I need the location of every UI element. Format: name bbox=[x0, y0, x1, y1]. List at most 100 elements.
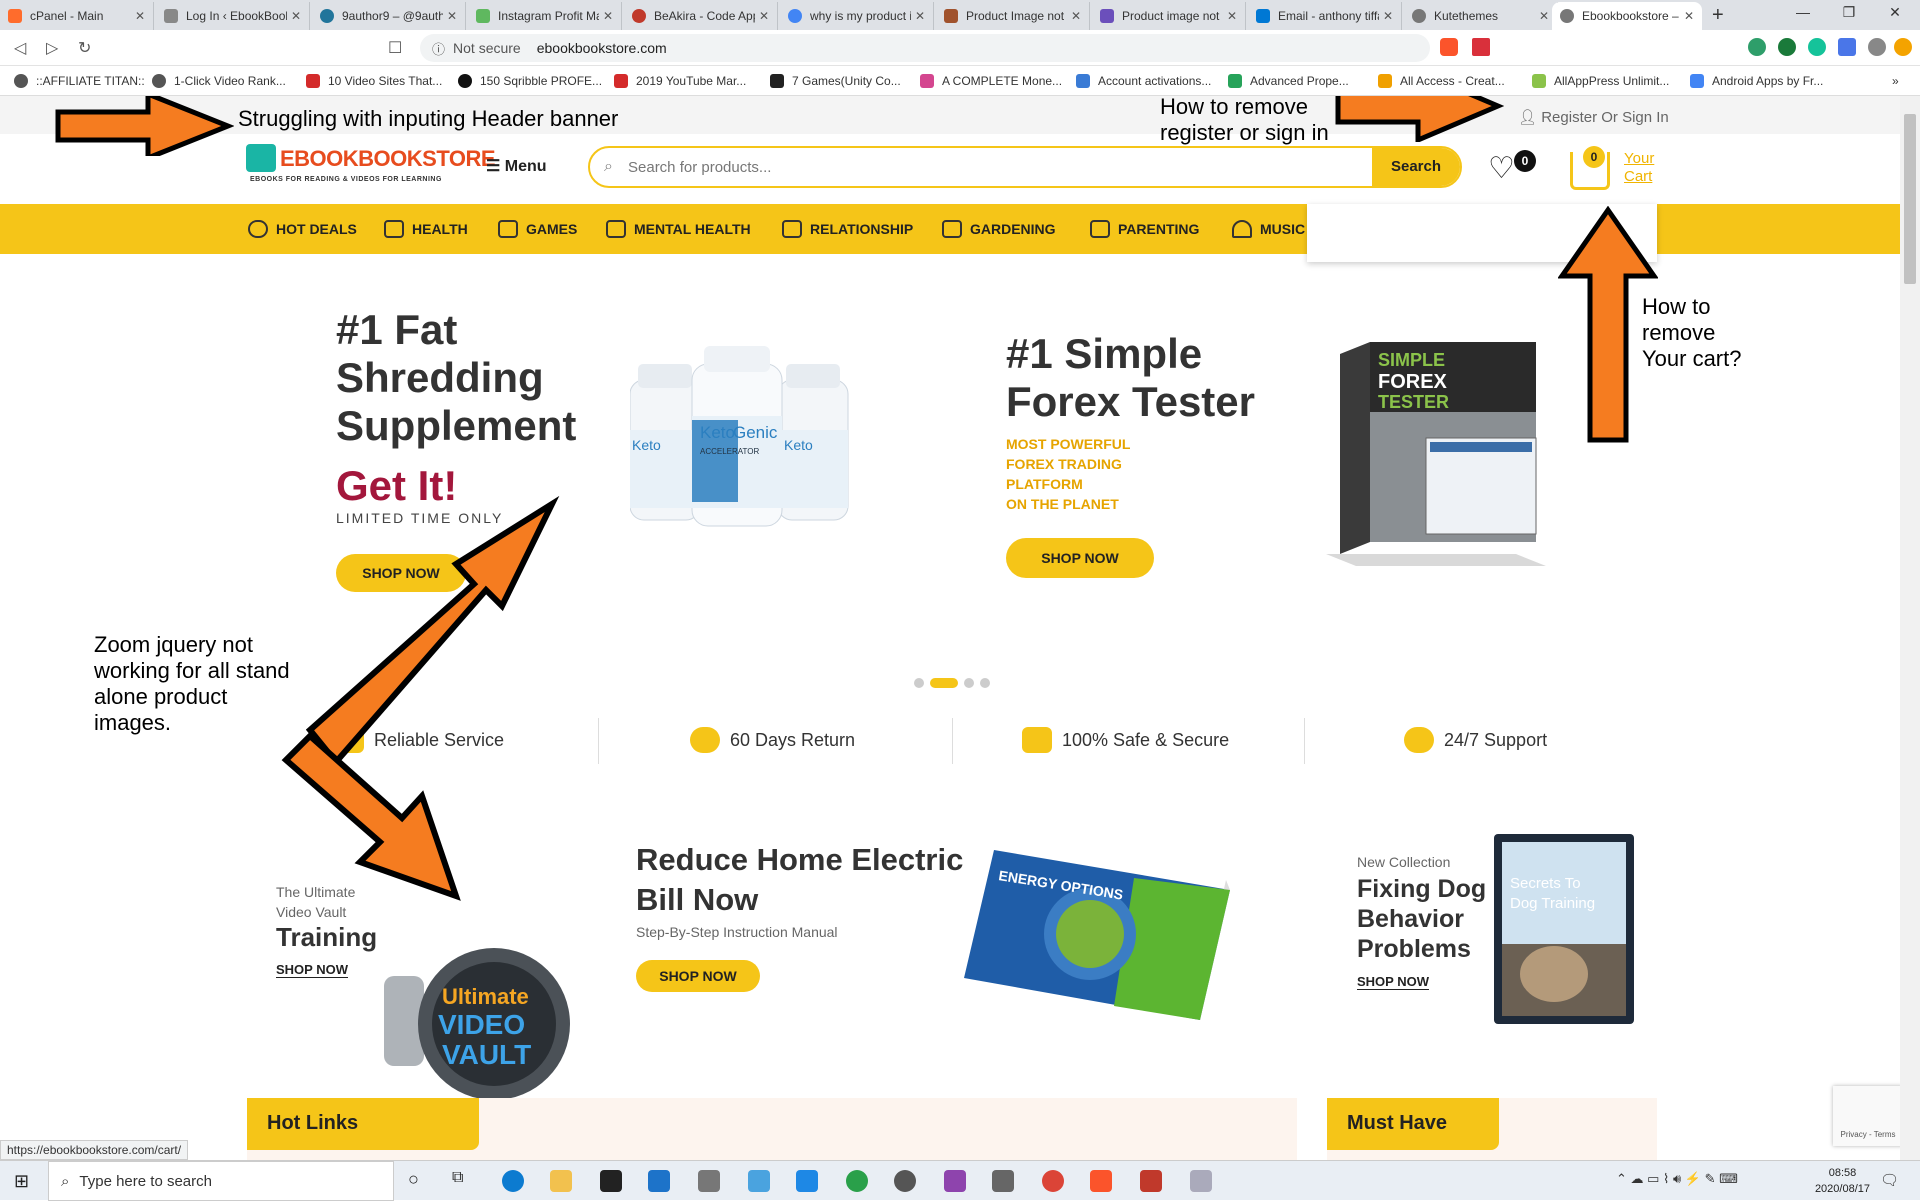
tab-product-image-showing[interactable]: Product image not showing✕ bbox=[1092, 2, 1246, 30]
tab-ebookbookstore[interactable]: Ebookbookstore – Just✕ bbox=[1552, 2, 1702, 30]
tab-product-image-zoom[interactable]: Product Image not zoom✕ bbox=[936, 2, 1090, 30]
bookmark-item[interactable]: 150 Sqribble PROFE... bbox=[458, 74, 602, 88]
bookmark-icon[interactable]: ☐ bbox=[388, 38, 402, 58]
system-tray-icons[interactable]: ⌃ ☁ ▭ ⌇ 🔊︎ ⚡ ✎ ⌨ bbox=[1616, 1171, 1738, 1187]
reload-icon[interactable]: ↻ bbox=[78, 38, 91, 58]
calendar-icon[interactable] bbox=[796, 1170, 818, 1192]
slider-dot[interactable] bbox=[980, 678, 990, 688]
forward-icon[interactable]: ▷ bbox=[46, 38, 58, 58]
brave-icon[interactable] bbox=[1090, 1170, 1112, 1192]
back-icon[interactable]: ◁ bbox=[14, 38, 26, 58]
app-icon[interactable] bbox=[1190, 1170, 1212, 1192]
bookmark-item[interactable]: 7 Games(Unity Co... bbox=[770, 74, 901, 88]
close-icon[interactable]: ✕ bbox=[603, 9, 613, 23]
bookmark-item[interactable]: Android Apps by Fr... bbox=[1690, 74, 1823, 88]
bookmark-item[interactable]: AllAppPress Unlimit... bbox=[1532, 74, 1669, 88]
category-hot-deals[interactable]: HOT DEALS bbox=[248, 220, 357, 238]
category-games[interactable]: GAMES bbox=[498, 220, 577, 238]
cart-icon[interactable]: 0 bbox=[1570, 146, 1610, 190]
taskbar-search-input[interactable]: ⌕ Type here to search bbox=[48, 1161, 394, 1201]
banner-3-shop-now-link[interactable]: SHOP NOW bbox=[1357, 974, 1429, 989]
windows-start-icon[interactable]: ⊞ bbox=[14, 1171, 29, 1192]
calculator-icon[interactable] bbox=[698, 1170, 720, 1192]
tab-google-search[interactable]: why is my product image✕ bbox=[780, 2, 934, 30]
slider-dot[interactable] bbox=[914, 678, 924, 688]
close-icon[interactable]: ✕ bbox=[291, 9, 301, 23]
close-icon[interactable]: ✕ bbox=[447, 9, 457, 23]
store-icon[interactable] bbox=[600, 1170, 622, 1192]
bookmark-item[interactable]: ::AFFILIATE TITAN:: bbox=[14, 74, 145, 88]
category-mental-health[interactable]: MENTAL HEALTH bbox=[606, 220, 751, 238]
your-cart-link[interactable]: Your Cart bbox=[1624, 150, 1654, 186]
file-explorer-icon[interactable] bbox=[550, 1170, 572, 1192]
translate-icon[interactable] bbox=[1838, 38, 1856, 56]
notification-icon[interactable]: 🗨︎ bbox=[1880, 1171, 1899, 1189]
photos-icon[interactable] bbox=[992, 1170, 1014, 1192]
brave-rewards-icon[interactable] bbox=[1472, 38, 1490, 56]
site-logo[interactable]: EBOOKBOOKSTORE EBOOKS FOR READING & VIDE… bbox=[246, 144, 496, 192]
recaptcha-badge[interactable]: Privacy - Terms bbox=[1833, 1086, 1903, 1146]
wishlist-button[interactable]: ♡ 0 bbox=[1488, 150, 1536, 184]
tab-login[interactable]: Log In ‹ EbookBookstore✕ bbox=[156, 2, 310, 30]
close-icon[interactable]: ✕ bbox=[915, 9, 925, 23]
maps-icon[interactable] bbox=[846, 1170, 868, 1192]
close-icon[interactable]: ✕ bbox=[135, 9, 145, 23]
bookmark-item[interactable]: All Access - Creat... bbox=[1378, 74, 1505, 88]
tab-beakira[interactable]: BeAkira - Code Apps ✕ bbox=[624, 2, 778, 30]
extension-icon[interactable] bbox=[1748, 38, 1766, 56]
category-music[interactable]: MUSIC bbox=[1232, 220, 1305, 238]
task-view-icon[interactable]: ⧉ bbox=[452, 1169, 463, 1187]
profile-icon[interactable] bbox=[1894, 38, 1912, 56]
register-sign-in-link[interactable]: 👤︎ Register Or Sign In bbox=[1518, 108, 1669, 126]
app-icon[interactable] bbox=[894, 1170, 916, 1192]
search-input[interactable]: ⌕ Search for products... Search bbox=[588, 146, 1462, 188]
category-health[interactable]: HEALTH bbox=[384, 220, 468, 238]
banner-1-shop-now-link[interactable]: SHOP NOW bbox=[276, 962, 348, 977]
more-bookmarks-icon[interactable]: » bbox=[1892, 74, 1899, 88]
filezilla-icon[interactable] bbox=[1140, 1170, 1162, 1192]
close-icon[interactable]: ✕ bbox=[1539, 9, 1549, 23]
tab-wordpress[interactable]: 9author9 – @9author9✕ bbox=[312, 2, 466, 30]
hero-2-shop-now-button[interactable]: SHOP NOW bbox=[1006, 538, 1154, 578]
tab-instagram-profit[interactable]: Instagram Profit Machine✕ bbox=[468, 2, 622, 30]
slider-dot-active[interactable] bbox=[930, 678, 958, 688]
puzzle-icon[interactable] bbox=[1868, 38, 1886, 56]
bookmark-item[interactable]: Account activations... bbox=[1076, 74, 1211, 88]
category-gardening[interactable]: GARDENING bbox=[942, 220, 1056, 238]
taskbar-clock[interactable]: 08:58 2020/08/17 bbox=[1815, 1165, 1870, 1197]
close-icon[interactable]: ✕ bbox=[759, 9, 769, 23]
app-icon[interactable] bbox=[748, 1170, 770, 1192]
window-close-button[interactable]: ✕ bbox=[1872, 4, 1918, 21]
restore-button[interactable]: ❐ bbox=[1826, 4, 1872, 21]
address-bar[interactable]: ⓘ Not secure ebookbookstore.com bbox=[420, 34, 1430, 62]
category-parenting[interactable]: PARENTING bbox=[1090, 220, 1199, 238]
close-icon[interactable]: ✕ bbox=[1684, 9, 1694, 23]
category-relationship[interactable]: RELATIONSHIP bbox=[782, 220, 913, 238]
mail-icon[interactable] bbox=[648, 1170, 670, 1192]
bookmark-item[interactable]: A COMPLETE Mone... bbox=[920, 74, 1062, 88]
bookmark-item[interactable]: 2019 YouTube Mar... bbox=[614, 74, 746, 88]
minimize-button[interactable]: — bbox=[1780, 4, 1826, 20]
close-icon[interactable]: ✕ bbox=[1227, 9, 1237, 23]
tab-kutethemes[interactable]: Kutethemes ✕ bbox=[1404, 2, 1558, 30]
new-tab-button[interactable]: + bbox=[1712, 4, 1724, 27]
bookmark-item[interactable]: Advanced Prope... bbox=[1228, 74, 1349, 88]
close-icon[interactable]: ✕ bbox=[1071, 9, 1081, 23]
close-icon[interactable]: ✕ bbox=[1383, 9, 1393, 23]
menu-button[interactable]: ☰ Menu bbox=[486, 156, 547, 176]
brave-shield-icon[interactable] bbox=[1440, 38, 1458, 56]
grammarly-icon[interactable] bbox=[1808, 38, 1826, 56]
app-icon[interactable] bbox=[944, 1170, 966, 1192]
edge-icon[interactable] bbox=[502, 1170, 524, 1192]
chrome-icon[interactable] bbox=[1042, 1170, 1064, 1192]
search-button[interactable]: Search bbox=[1372, 148, 1460, 186]
shield-icon[interactable] bbox=[1778, 38, 1796, 56]
slider-dot[interactable] bbox=[964, 678, 974, 688]
tab-email[interactable]: Email - anthony tiffany✕ bbox=[1248, 2, 1402, 30]
page-scrollbar[interactable] bbox=[1900, 96, 1920, 1160]
bookmark-item[interactable]: 1-Click Video Rank... bbox=[152, 74, 286, 88]
bookmark-item[interactable]: 10 Video Sites That... bbox=[306, 74, 442, 88]
scrollbar-thumb[interactable] bbox=[1904, 114, 1916, 284]
cortana-icon[interactable]: ○ bbox=[408, 1169, 419, 1190]
banner-2-shop-now-button[interactable]: SHOP NOW bbox=[636, 960, 760, 992]
